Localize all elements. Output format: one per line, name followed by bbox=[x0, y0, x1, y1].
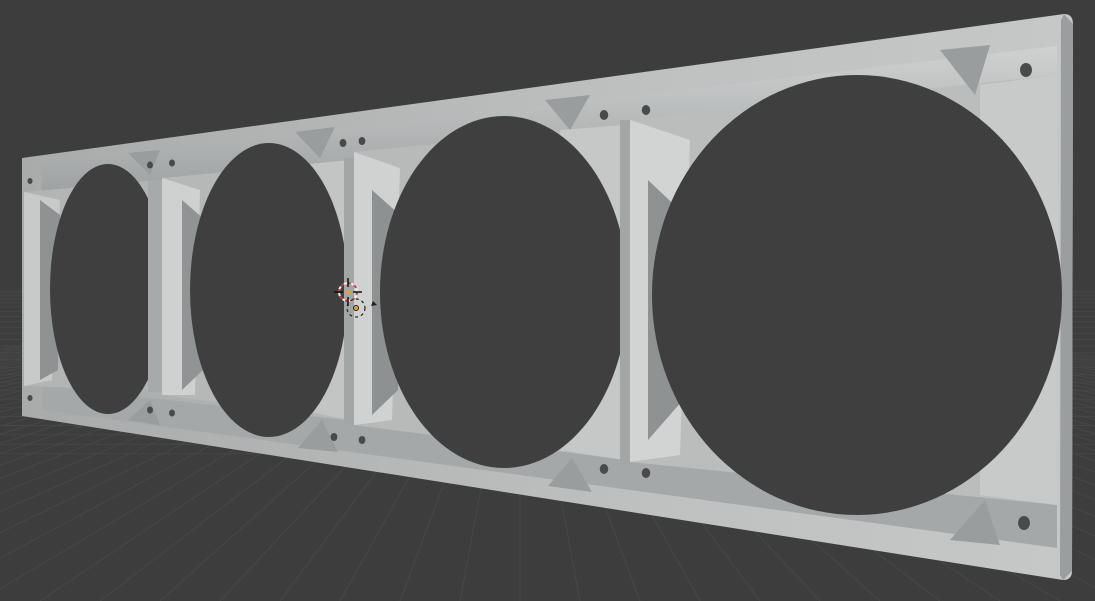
mounting-hole bbox=[358, 137, 366, 145]
mounting-hole bbox=[641, 468, 651, 478]
fan-shroud-model[interactable] bbox=[22, 14, 1073, 580]
mounting-hole bbox=[358, 436, 366, 444]
mounting-hole bbox=[27, 178, 33, 184]
mounting-hole bbox=[169, 159, 175, 167]
mounting-hole bbox=[599, 464, 609, 474]
viewport-canvas[interactable] bbox=[0, 0, 1095, 601]
fan-opening-4 bbox=[652, 75, 1062, 515]
mounting-hole bbox=[599, 110, 609, 120]
mounting-hole bbox=[330, 433, 338, 441]
mounting-hole bbox=[147, 406, 153, 414]
fan-cell-3 bbox=[354, 116, 632, 468]
fan-cell-2 bbox=[162, 143, 356, 437]
3d-viewport[interactable] bbox=[0, 0, 1095, 601]
mounting-hole bbox=[641, 105, 651, 115]
fan-opening-3 bbox=[380, 116, 628, 468]
fan-opening-2 bbox=[190, 143, 348, 437]
mounting-hole bbox=[1018, 516, 1030, 530]
mounting-hole bbox=[147, 161, 153, 169]
mounting-hole bbox=[1020, 63, 1032, 77]
fan-cell-1 bbox=[24, 164, 166, 414]
mounting-hole bbox=[339, 139, 347, 147]
mounting-hole bbox=[27, 395, 33, 401]
fan-cell-4 bbox=[630, 75, 1062, 515]
mounting-hole bbox=[169, 409, 175, 417]
